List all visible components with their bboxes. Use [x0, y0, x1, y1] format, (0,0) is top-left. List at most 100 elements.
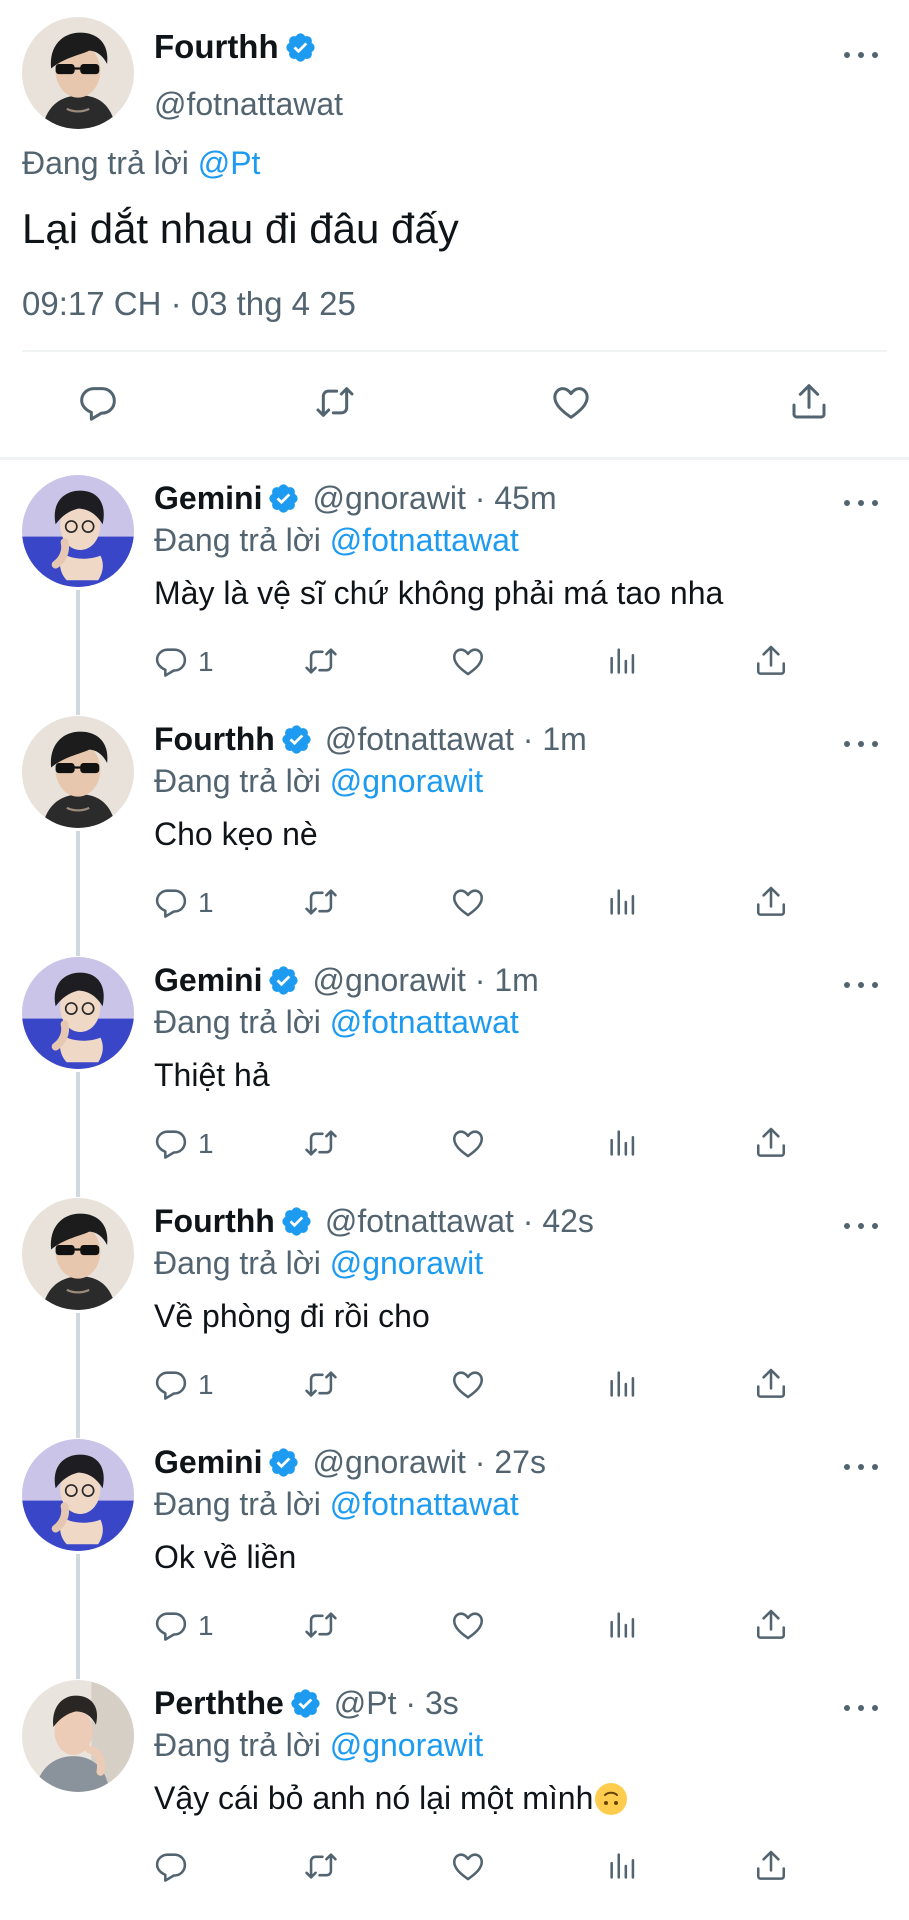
- views-icon[interactable]: [606, 1608, 640, 1642]
- retweet-icon[interactable]: [302, 644, 340, 678]
- like-icon[interactable]: [451, 1849, 485, 1883]
- retweet-icon[interactable]: [302, 1367, 340, 1401]
- tweet-text: Về phòng đi rồi cho: [154, 1298, 430, 1335]
- replying-to-mention[interactable]: @fotnattawat: [330, 1486, 519, 1522]
- gemini-avatar-image: [22, 957, 134, 1069]
- views-icon[interactable]: [606, 644, 640, 678]
- views-icon[interactable]: [606, 885, 640, 919]
- tweet-text: Vậy cái bỏ anh nó lại một mình: [154, 1780, 628, 1817]
- reply-tweet[interactable]: Gemini @gnorawit · 45m Đang trả lời @fot…: [0, 460, 909, 715]
- author-name[interactable]: Gemini: [154, 962, 262, 999]
- more-options-icon[interactable]: [844, 498, 878, 508]
- replying-to-prefix: Đang trả lời: [154, 763, 321, 799]
- replying-to-prefix: Đang trả lời: [22, 145, 189, 181]
- handle-and-time[interactable]: @fotnattawat · 1m: [325, 721, 587, 758]
- views-icon[interactable]: [606, 1126, 640, 1160]
- author-name[interactable]: Fourthh: [154, 28, 279, 66]
- more-options-icon[interactable]: [844, 1462, 878, 1472]
- reply-tweet[interactable]: Gemini @gnorawit · 1m Đang trả lời @fotn…: [0, 942, 909, 1197]
- avatar[interactable]: [22, 957, 134, 1069]
- like-icon[interactable]: [550, 382, 592, 422]
- more-options-icon[interactable]: [844, 739, 878, 749]
- reply-icon[interactable]: [154, 1367, 188, 1401]
- author-name[interactable]: Perththe: [154, 1685, 284, 1722]
- replying-to-mention[interactable]: @fotnattawat: [330, 522, 519, 558]
- retweet-icon[interactable]: [313, 382, 357, 422]
- tweet-actions: 1: [154, 1606, 814, 1646]
- replying-to-mention[interactable]: @gnorawit: [330, 1245, 483, 1281]
- verified-badge-icon: [280, 1205, 313, 1238]
- author-handle[interactable]: @fotnattawat: [154, 86, 343, 123]
- more-options-icon[interactable]: [844, 50, 878, 60]
- handle-and-time[interactable]: @gnorawit · 27s: [312, 1444, 545, 1481]
- perththe-avatar-image: [22, 1680, 134, 1792]
- share-icon[interactable]: [754, 642, 788, 678]
- share-icon[interactable]: [754, 1606, 788, 1642]
- handle-and-time[interactable]: @gnorawit · 1m: [312, 962, 538, 999]
- more-options-icon[interactable]: [844, 980, 878, 990]
- avatar[interactable]: [22, 1198, 134, 1310]
- like-icon[interactable]: [451, 1126, 485, 1160]
- handle-and-time[interactable]: @fotnattawat · 42s: [325, 1203, 594, 1240]
- share-icon[interactable]: [754, 1124, 788, 1160]
- replying-to-mention[interactable]: @gnorawit: [330, 763, 483, 799]
- avatar[interactable]: [22, 1439, 134, 1551]
- tweet-actions: 1: [154, 1365, 814, 1405]
- retweet-icon[interactable]: [302, 1849, 340, 1883]
- like-icon[interactable]: [451, 644, 485, 678]
- replying-to-prefix: Đang trả lời: [154, 1486, 321, 1522]
- reply-icon[interactable]: [154, 1126, 188, 1160]
- tweet-timestamp[interactable]: 09:17 CH · 03 thg 4 25: [22, 285, 356, 323]
- like-icon[interactable]: [451, 1608, 485, 1642]
- replying-to-line: Đang trả lời @gnorawit: [154, 1245, 483, 1282]
- reply-count: 1: [198, 887, 214, 918]
- upside-down-face-emoji: [595, 1783, 628, 1815]
- thread-line: [76, 1554, 80, 1679]
- retweet-icon[interactable]: [302, 1608, 340, 1642]
- handle-and-time[interactable]: @Pt · 3s: [334, 1685, 459, 1722]
- main-tweet: Fourthh @fotnattawat Đang trả lời @Pt Lạ…: [0, 0, 909, 456]
- handle-and-time[interactable]: @gnorawit · 45m: [312, 480, 556, 517]
- reply-tweet[interactable]: Gemini @gnorawit · 27s Đang trả lời @fot…: [0, 1424, 909, 1679]
- author-name[interactable]: Gemini: [154, 1444, 262, 1481]
- tweet-text-content: Ok về liền: [154, 1539, 297, 1575]
- author-name[interactable]: Gemini: [154, 480, 262, 517]
- reply-tweet[interactable]: Fourthh @fotnattawat · 42s Đang trả lời …: [0, 1183, 909, 1438]
- reply-icon[interactable]: [154, 644, 188, 678]
- thread-line: [76, 590, 80, 715]
- like-icon[interactable]: [451, 885, 485, 919]
- reply-icon[interactable]: [154, 885, 188, 919]
- share-icon[interactable]: [754, 1847, 788, 1883]
- more-options-icon[interactable]: [844, 1221, 878, 1231]
- more-options-icon[interactable]: [844, 1703, 878, 1713]
- views-icon[interactable]: [606, 1849, 640, 1883]
- retweet-icon[interactable]: [302, 885, 340, 919]
- views-icon[interactable]: [606, 1367, 640, 1401]
- replying-to-mention[interactable]: @gnorawit: [330, 1727, 483, 1763]
- reply-count: 1: [198, 1610, 214, 1641]
- avatar[interactable]: [22, 475, 134, 587]
- avatar[interactable]: [22, 17, 134, 129]
- replying-to-mention[interactable]: @Pt: [198, 145, 261, 181]
- like-icon[interactable]: [451, 1367, 485, 1401]
- reply-icon[interactable]: [78, 382, 118, 422]
- author-name[interactable]: Fourthh: [154, 721, 275, 758]
- replying-to-mention[interactable]: @fotnattawat: [330, 1004, 519, 1040]
- replying-to-prefix: Đang trả lời: [154, 1245, 321, 1281]
- tweet-text: Thiệt hả: [154, 1057, 270, 1094]
- avatar[interactable]: [22, 716, 134, 828]
- reply-tweet[interactable]: Perththe @Pt · 3s Đang trả lời @gnorawit…: [0, 1665, 909, 1906]
- share-icon[interactable]: [754, 883, 788, 919]
- reply-icon[interactable]: [154, 1608, 188, 1642]
- avatar[interactable]: [22, 1680, 134, 1792]
- reply-icon[interactable]: [154, 1849, 188, 1883]
- reply-tweet[interactable]: Fourthh @fotnattawat · 1m Đang trả lời @…: [0, 701, 909, 956]
- author-row: Fourthh @fotnattawat · 42s: [154, 1203, 594, 1240]
- share-icon[interactable]: [754, 1365, 788, 1401]
- author-name[interactable]: Fourthh: [154, 1203, 275, 1240]
- share-icon[interactable]: [789, 380, 829, 422]
- replying-to-prefix: Đang trả lời: [154, 1004, 321, 1040]
- retweet-icon[interactable]: [302, 1126, 340, 1160]
- verified-badge-icon: [267, 964, 300, 997]
- thread-line: [76, 1072, 80, 1197]
